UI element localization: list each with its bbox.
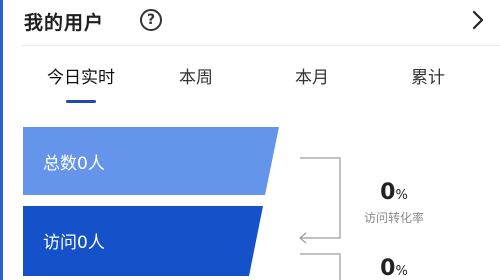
tab-today-realtime[interactable]: 今日实时	[31, 63, 131, 88]
active-tab-indicator	[66, 100, 96, 103]
left-accent-border	[0, 0, 3, 280]
period-tabs: 今日实时 本周 本月 累计	[22, 52, 500, 104]
visit-conversion-rate: 0% 访问转化率	[344, 180, 444, 226]
tab-this-week[interactable]: 本周	[146, 63, 246, 88]
card-header: 我的用户 ?	[22, 0, 500, 44]
second-conversion-rate: 0%	[344, 256, 444, 280]
rate-value: 0%	[380, 256, 408, 280]
page-title: 我的用户	[24, 12, 105, 34]
rate-value: 0%	[380, 180, 408, 205]
funnel-total-block[interactable]: 总数0人	[23, 127, 279, 195]
tab-cumulative[interactable]: 累计	[378, 63, 478, 88]
funnel-total-label: 总数0人	[43, 154, 105, 174]
header-divider	[22, 45, 500, 46]
funnel-visit-label: 访问0人	[43, 233, 105, 253]
chevron-right-icon[interactable]	[468, 10, 488, 30]
question-circle-icon[interactable]: ?	[140, 9, 162, 31]
tab-this-month[interactable]: 本月	[262, 63, 362, 88]
funnel-visit-block[interactable]: 访问0人	[23, 206, 263, 276]
rate-label: 访问转化率	[363, 211, 424, 225]
funnel-connector-lines	[299, 157, 341, 280]
